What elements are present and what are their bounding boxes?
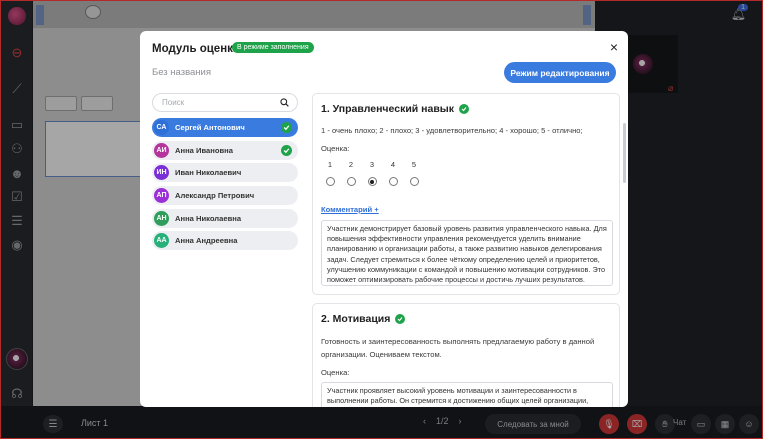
participant-row[interactable]: СА Сергей Антонович xyxy=(152,118,298,137)
score-number: 1 xyxy=(327,160,333,169)
score-option-4[interactable]: 4 xyxy=(388,160,398,186)
question-title-text: 1. Управленческий навык xyxy=(321,103,455,115)
score-number: 3 xyxy=(369,160,375,169)
question-title: 2. Мотивация xyxy=(321,313,406,325)
mode-badge: В режиме заполнения xyxy=(232,42,314,53)
modal-title: Модуль оценки xyxy=(152,43,240,55)
search-icon[interactable] xyxy=(280,98,289,107)
radio-button[interactable] xyxy=(346,177,356,186)
participants-list: СА Сергей Антонович АИ Анна Ивановна ИН Иван … xyxy=(152,118,298,254)
score-number: 5 xyxy=(411,160,417,169)
score-scale: 1 2 3 4 5 xyxy=(325,160,419,186)
radio-button[interactable] xyxy=(325,177,335,186)
participant-name: Иван Николаевич xyxy=(175,168,242,178)
question-title-text: 2. Мотивация xyxy=(321,313,391,325)
score-textarea[interactable]: Участник проявляет высокий уровень мотив… xyxy=(321,382,613,407)
question-title: 1. Управленческий навык xyxy=(321,103,470,115)
participant-row[interactable]: АИ Анна Ивановна xyxy=(152,140,298,160)
participant-name: Анна Андреевна xyxy=(175,236,238,246)
score-option-3[interactable]: 3 xyxy=(367,160,377,186)
check-icon xyxy=(395,314,406,324)
score-option-2[interactable]: 2 xyxy=(346,160,356,186)
participant-row[interactable]: АН Анна Николаевна xyxy=(152,208,298,228)
participant-row[interactable]: АА Анна Андреевна xyxy=(152,231,298,251)
participant-avatar: АИ xyxy=(154,142,169,158)
radio-button[interactable] xyxy=(409,177,419,186)
scrollbar[interactable] xyxy=(623,123,626,183)
participant-avatar: АП xyxy=(154,188,169,204)
participant-avatar: АА xyxy=(154,233,169,249)
question-card-1: 1. Управленческий навык 1 - очень плохо;… xyxy=(312,93,620,295)
questions-area[interactable]: 1. Управленческий навык 1 - очень плохо;… xyxy=(312,93,626,407)
edit-mode-button[interactable]: Режим редактирования xyxy=(504,62,616,83)
score-number: 2 xyxy=(348,160,354,169)
search-input[interactable] xyxy=(162,96,272,109)
question-card-2: 2. Мотивация Готовность и заинтересованн… xyxy=(312,303,620,407)
check-icon xyxy=(281,122,292,133)
close-icon[interactable]: × xyxy=(610,39,618,55)
participant-name: Сергей Антонович xyxy=(175,123,245,132)
check-icon xyxy=(459,104,470,114)
comment-textarea[interactable]: Участник демонстрирует базовый уровень р… xyxy=(321,220,613,286)
scale-description: 1 - очень плохо; 2 - плохо; 3 - удовлетв… xyxy=(321,126,583,135)
question-description: Готовность и заинтересованность выполнят… xyxy=(321,337,595,359)
participant-row[interactable]: ИН Иван Николаевич xyxy=(152,163,298,183)
participant-avatar: ИН xyxy=(154,165,169,181)
assessment-modal: Модуль оценки В режиме заполнения × Без … xyxy=(140,31,628,407)
score-label: Оценка: xyxy=(321,144,350,153)
radio-button[interactable] xyxy=(388,177,398,186)
participant-row[interactable]: АП Александр Петрович xyxy=(152,186,298,206)
participant-avatar: АН xyxy=(154,210,169,226)
participant-avatar: СА xyxy=(154,120,169,135)
participant-name: Александр Петрович xyxy=(175,191,255,201)
check-icon xyxy=(281,144,292,156)
participant-name: Анна Ивановна xyxy=(175,145,233,155)
score-number: 4 xyxy=(390,160,396,169)
radio-button[interactable] xyxy=(367,177,377,186)
score-option-1[interactable]: 1 xyxy=(325,160,335,186)
search-box xyxy=(152,93,298,112)
add-comment-link[interactable]: Комментарий + xyxy=(321,205,379,214)
score-option-5[interactable]: 5 xyxy=(409,160,419,186)
participant-name: Анна Николаевна xyxy=(175,213,242,223)
assessment-name[interactable]: Без названия xyxy=(152,67,211,78)
score-label: Оценка: xyxy=(321,368,350,377)
